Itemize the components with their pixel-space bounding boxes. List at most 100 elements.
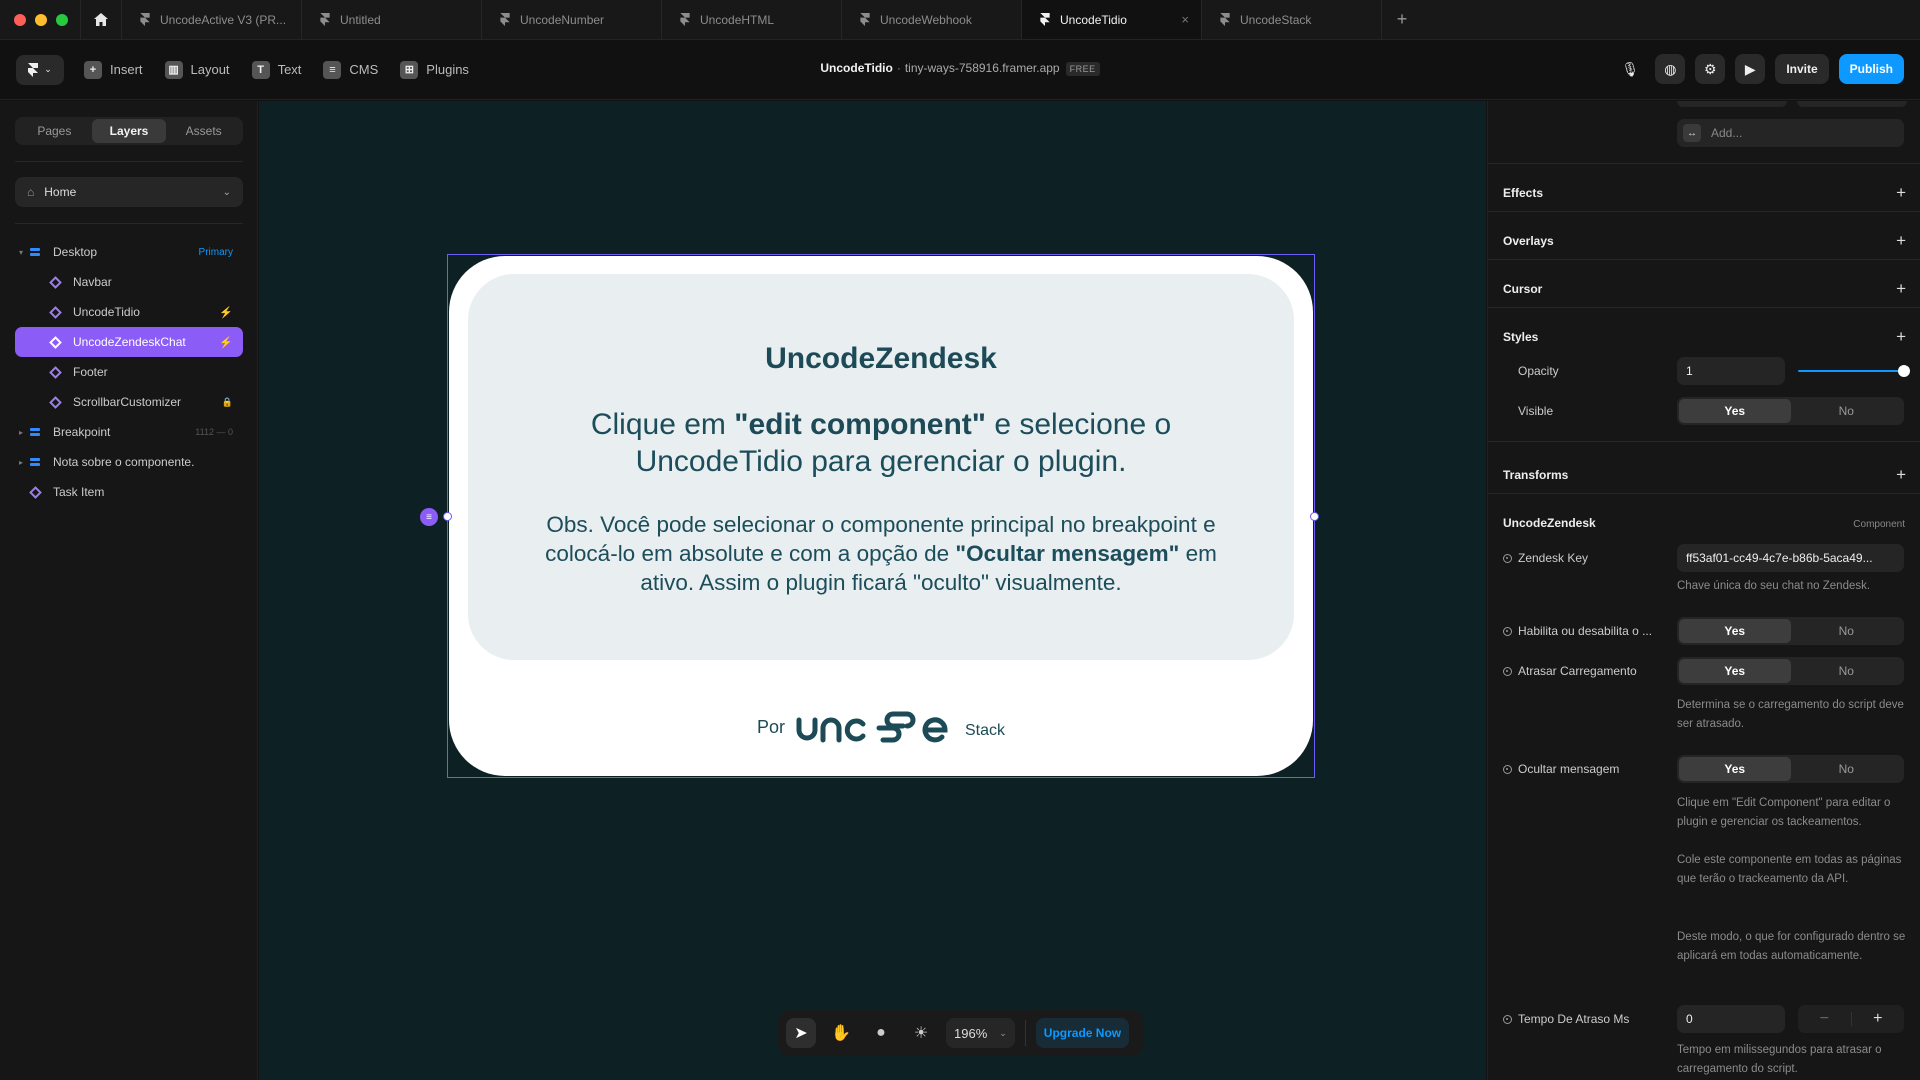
page-name: Home bbox=[44, 185, 77, 199]
link-icon: ↔ bbox=[1683, 124, 1701, 142]
close-window-button[interactable] bbox=[14, 13, 26, 26]
zoom-selector[interactable]: 196% ⌄ bbox=[946, 1018, 1015, 1048]
section-overlays[interactable]: Overlays + bbox=[1503, 231, 1906, 251]
tab-label: UncodeStack bbox=[1240, 12, 1312, 27]
framer-icon bbox=[500, 13, 510, 26]
canvas-toolbar: ➤ ✋ ● ☀ 196% ⌄ Upgrade Now bbox=[778, 1010, 1144, 1056]
tab-uncodehtml[interactable]: UncodeHTML bbox=[662, 0, 842, 39]
text-button[interactable]: T Text bbox=[251, 60, 301, 79]
tab-uncodetidio[interactable]: UncodeTidio × bbox=[1022, 0, 1202, 39]
expand-caret-icon[interactable]: ▾ bbox=[15, 248, 27, 257]
design-canvas[interactable]: UncodeZendesk Clique em "edit component"… bbox=[259, 101, 1486, 1080]
add-overlay-icon[interactable]: + bbox=[1896, 231, 1906, 251]
atrasar-no[interactable]: No bbox=[1791, 659, 1903, 683]
tab-label: Untitled bbox=[340, 12, 381, 27]
add-field[interactable]: ↔ Add... bbox=[1677, 119, 1904, 147]
component-tag: Component bbox=[1853, 519, 1905, 530]
layer-name: Footer bbox=[73, 365, 108, 379]
layer-footer[interactable]: Footer bbox=[15, 357, 243, 387]
theme-toggle[interactable]: ☀ bbox=[906, 1018, 936, 1048]
layer-desktop[interactable]: ▾ Desktop Primary bbox=[15, 237, 243, 267]
tab-uncodeactive[interactable]: UncodeActive V3 (PR... bbox=[122, 0, 302, 39]
tab-uncodestack[interactable]: UncodeStack bbox=[1202, 0, 1382, 39]
upgrade-now-button[interactable]: Upgrade Now bbox=[1035, 1018, 1130, 1048]
lock-icon[interactable]: 🔒 bbox=[222, 397, 233, 408]
section-transforms[interactable]: Transforms + bbox=[1503, 465, 1906, 485]
cms-label: CMS bbox=[349, 62, 379, 77]
tab-assets[interactable]: Assets bbox=[166, 119, 241, 143]
expand-caret-icon[interactable]: ▸ bbox=[15, 428, 27, 437]
invite-button[interactable]: Invite bbox=[1775, 54, 1829, 84]
select-tool[interactable]: ➤ bbox=[786, 1018, 816, 1048]
preview-button[interactable]: ▶ bbox=[1735, 54, 1766, 84]
plugins-button[interactable]: ⊞ Plugins bbox=[400, 60, 469, 79]
selected-frame[interactable]: UncodeZendesk Clique em "edit component"… bbox=[420, 254, 1319, 778]
visible-yes[interactable]: Yes bbox=[1679, 399, 1791, 423]
tab-uncodenumber[interactable]: UncodeNumber bbox=[482, 0, 662, 39]
insert-button[interactable]: + Insert bbox=[84, 60, 143, 79]
habilita-no[interactable]: No bbox=[1791, 619, 1903, 643]
page-selector[interactable]: ⌂ Home ⌄ bbox=[15, 177, 243, 207]
settings-button[interactable]: ⚙ bbox=[1695, 54, 1726, 84]
new-tab-button[interactable]: + bbox=[1382, 0, 1422, 39]
layer-tree: ▾ Desktop Primary Navbar UncodeTidio ⚡ U… bbox=[15, 237, 243, 507]
tab-uncodewebhook[interactable]: UncodeWebhook bbox=[842, 0, 1022, 39]
resize-handle-right[interactable] bbox=[1310, 512, 1319, 521]
add-transform-icon[interactable]: + bbox=[1896, 465, 1906, 485]
layer-navbar[interactable]: Navbar bbox=[15, 267, 243, 297]
cms-button[interactable]: ≡ CMS bbox=[323, 60, 379, 79]
tempo-input[interactable]: 0 bbox=[1677, 1005, 1785, 1033]
layer-nota[interactable]: ▸ Nota sobre o componente. bbox=[15, 447, 243, 477]
layer-uncodetidio[interactable]: UncodeTidio ⚡ bbox=[15, 297, 243, 327]
increment-button[interactable]: + bbox=[1852, 1010, 1905, 1028]
section-effects[interactable]: Effects + bbox=[1503, 183, 1906, 203]
site-settings-button[interactable]: ◍ bbox=[1655, 54, 1686, 84]
add-style-icon[interactable]: + bbox=[1896, 327, 1906, 347]
tab-untitled[interactable]: Untitled bbox=[302, 0, 482, 39]
resize-handle-left[interactable] bbox=[443, 512, 452, 521]
tab-pages[interactable]: Pages bbox=[17, 119, 92, 143]
microphone-button[interactable]: 🎙 bbox=[1615, 54, 1645, 84]
section-cursor[interactable]: Cursor + bbox=[1503, 279, 1906, 299]
tab-label: UncodeHTML bbox=[700, 12, 775, 27]
maximize-window-button[interactable] bbox=[56, 13, 68, 26]
add-effect-icon[interactable]: + bbox=[1896, 183, 1906, 203]
card-note: Obs. Você pode selecionar o componente p… bbox=[545, 512, 1217, 595]
add-cursor-icon[interactable]: + bbox=[1896, 279, 1906, 299]
close-tab-icon[interactable]: × bbox=[1181, 12, 1189, 27]
opacity-slider[interactable] bbox=[1798, 357, 1910, 385]
habilita-toggle: Yes No bbox=[1677, 617, 1904, 645]
section-title: Overlays bbox=[1503, 234, 1554, 248]
layout-button[interactable]: ▥ Layout bbox=[164, 60, 230, 79]
layer-name: Navbar bbox=[73, 275, 112, 289]
comment-tool[interactable]: ● bbox=[866, 1018, 896, 1048]
main-menu-button[interactable]: ⌄ bbox=[16, 54, 64, 85]
home-tab[interactable] bbox=[80, 0, 122, 39]
ocultar-no[interactable]: No bbox=[1791, 757, 1903, 781]
add-placeholder: Add... bbox=[1711, 126, 1743, 140]
tempo-help: Tempo em milissegundos para atrasar o ca… bbox=[1677, 1044, 1882, 1075]
opacity-slider-knob[interactable] bbox=[1898, 365, 1910, 377]
atrasar-yes[interactable]: Yes bbox=[1679, 659, 1791, 683]
habilita-label: Habilita ou desabilita o ... bbox=[1503, 624, 1652, 638]
stack-layout-icon[interactable]: ≡ bbox=[420, 508, 438, 526]
hand-tool[interactable]: ✋ bbox=[826, 1018, 856, 1048]
layer-task-item[interactable]: Task Item bbox=[15, 477, 243, 507]
habilita-yes[interactable]: Yes bbox=[1679, 619, 1791, 643]
visible-no[interactable]: No bbox=[1791, 399, 1903, 423]
opacity-input[interactable]: 1 bbox=[1677, 357, 1785, 385]
ocultar-yes[interactable]: Yes bbox=[1679, 757, 1791, 781]
layer-scrollbarcustomizer[interactable]: ScrollbarCustomizer 🔒 bbox=[15, 387, 243, 417]
credit-suffix: Stack bbox=[965, 722, 1006, 739]
instruction-panel: UncodeZendesk Clique em "edit component"… bbox=[468, 274, 1294, 660]
visible-toggle: Yes No bbox=[1677, 397, 1904, 425]
zendesk-key-input[interactable]: ff53af01-cc49-4c7e-b86b-5aca49... bbox=[1677, 544, 1904, 572]
minimize-window-button[interactable] bbox=[35, 13, 47, 26]
decrement-button[interactable]: − bbox=[1798, 1010, 1851, 1028]
tab-layers[interactable]: Layers bbox=[91, 119, 167, 143]
publish-button[interactable]: Publish bbox=[1838, 54, 1904, 84]
layer-breakpoint[interactable]: ▸ Breakpoint 1112 — 0 bbox=[15, 417, 243, 447]
expand-caret-icon[interactable]: ▸ bbox=[15, 458, 27, 467]
section-styles[interactable]: Styles + bbox=[1503, 327, 1906, 347]
layer-uncodezendeskchat[interactable]: UncodeZendeskChat ⚡ bbox=[15, 327, 243, 357]
